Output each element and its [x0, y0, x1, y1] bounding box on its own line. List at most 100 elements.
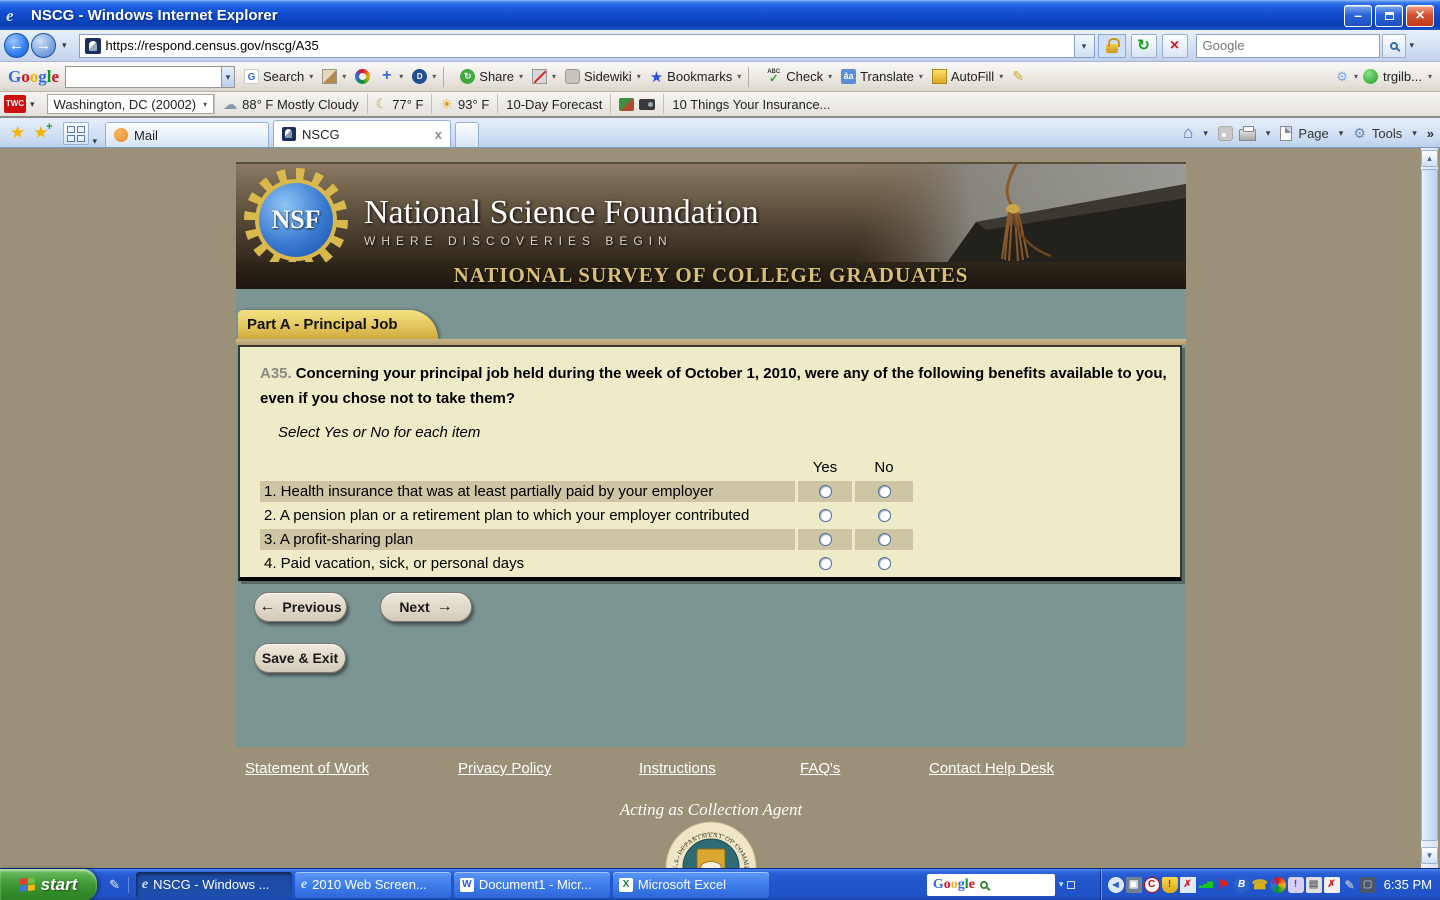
- radio-yes-4[interactable]: [819, 557, 832, 570]
- highlighter-button[interactable]: ✎: [1012, 68, 1024, 85]
- radio-no-3[interactable]: [878, 533, 891, 546]
- print-dropdown[interactable]: ▾: [1262, 128, 1275, 139]
- settings-dropdown[interactable]: ▾: [1354, 72, 1358, 81]
- search-go-button[interactable]: [1382, 34, 1406, 58]
- print-button[interactable]: [1239, 129, 1256, 141]
- home-dropdown[interactable]: ▾: [1199, 128, 1212, 139]
- tab-list-dropdown[interactable]: ▾: [89, 136, 102, 147]
- search-options-dropdown[interactable]: ▾: [1406, 40, 1419, 51]
- task-excel[interactable]: X Microsoft Excel: [613, 872, 769, 898]
- popup-blocker-button[interactable]: ▾: [532, 69, 556, 84]
- flag-tray-icon[interactable]: ⚑: [1216, 877, 1232, 893]
- account-dropdown[interactable]: ▾: [1428, 72, 1432, 81]
- monitor-tray-icon[interactable]: ▢: [1360, 877, 1376, 893]
- address-dropdown-button[interactable]: ▾: [1075, 34, 1095, 58]
- hide-icons-button[interactable]: ◀: [1108, 877, 1124, 893]
- page-dropdown[interactable]: ▾: [1335, 128, 1348, 139]
- signal-strength-icon[interactable]: ▂▄▆: [1198, 877, 1214, 893]
- copyright-tray-icon[interactable]: C: [1144, 877, 1160, 893]
- toolbar-settings-button[interactable]: ⚙: [1336, 69, 1348, 85]
- swirl-tray-icon[interactable]: [1270, 877, 1286, 893]
- radio-yes-1[interactable]: [819, 485, 832, 498]
- radio-no-1[interactable]: [878, 485, 891, 498]
- link-statement-of-work[interactable]: Statement of Work: [245, 760, 369, 777]
- favorites-button[interactable]: ★: [10, 123, 25, 143]
- tab-nscg[interactable]: NSCG x: [273, 120, 451, 147]
- radio-no-2[interactable]: [878, 509, 891, 522]
- stop-button[interactable]: ×: [1162, 34, 1188, 58]
- news-headline-link[interactable]: 10 Things Your Insurance...: [663, 94, 838, 114]
- sidewiki-button[interactable]: Sidewiki▾: [565, 69, 641, 84]
- share-button[interactable]: ↻Share▾: [460, 69, 523, 84]
- device-tray-icon[interactable]: ▤: [1306, 877, 1322, 893]
- toolbar-search-dropdown[interactable]: ▾: [221, 67, 234, 87]
- weather-conditions[interactable]: ☁ 88° F Mostly Cloudy: [214, 94, 366, 114]
- minimize-button[interactable]: –: [1344, 5, 1372, 27]
- overflow-chevron[interactable]: »: [1427, 126, 1434, 141]
- alert-tray-icon[interactable]: !: [1288, 877, 1304, 893]
- phone-tray-icon[interactable]: ☎: [1252, 877, 1268, 893]
- search-input[interactable]: [1203, 38, 1373, 53]
- display-tray-icon[interactable]: ▣: [1126, 877, 1142, 893]
- task-word-document[interactable]: W Document1 - Micr...: [454, 872, 610, 898]
- new-tab-stub[interactable]: [455, 122, 479, 147]
- add-favorite-button[interactable]: ★+: [33, 123, 48, 143]
- spellcheck-button[interactable]: ABC✓Check▾: [765, 69, 832, 84]
- start-button[interactable]: start: [0, 869, 97, 900]
- vertical-scrollbar[interactable]: ▲ ▼: [1421, 148, 1438, 868]
- next-button[interactable]: Next →: [380, 592, 472, 622]
- restore-button[interactable]: [1375, 5, 1403, 27]
- bookmarks-button[interactable]: ★Bookmarks▾: [650, 68, 742, 86]
- scroll-up-button[interactable]: ▲: [1421, 150, 1438, 167]
- back-button[interactable]: ←: [4, 33, 29, 58]
- radio-yes-3[interactable]: [819, 533, 832, 546]
- deskbar-search-box[interactable]: Google: [927, 874, 1055, 896]
- save-exit-button[interactable]: Save & Exit: [254, 643, 346, 673]
- weather-day-temp[interactable]: ☀ 93° F: [431, 94, 497, 114]
- account-name[interactable]: trgilb...: [1383, 69, 1422, 84]
- network-error-icon[interactable]: ✗: [1180, 877, 1196, 893]
- forecast-link[interactable]: 10-Day Forecast: [497, 94, 610, 114]
- toolbar-swirl-button[interactable]: [355, 69, 370, 84]
- tools-menu[interactable]: Tools: [1372, 126, 1402, 141]
- tab-close-icon[interactable]: x: [435, 127, 442, 142]
- link-contact-help-desk[interactable]: Contact Help Desk: [929, 760, 1054, 777]
- toolbar-dell-button[interactable]: D▾: [412, 69, 436, 84]
- link-privacy-policy[interactable]: Privacy Policy: [458, 760, 551, 777]
- search-box[interactable]: [1196, 34, 1380, 58]
- error-tray-icon[interactable]: ✗: [1324, 877, 1340, 893]
- weather-night-temp[interactable]: ☾ 77° F: [367, 94, 432, 114]
- weather-location-selector[interactable]: Washington, DC (20002) ▾: [47, 94, 215, 114]
- bluetooth-icon[interactable]: B: [1234, 877, 1250, 893]
- deskbar-dropdown[interactable]: ▾: [1059, 879, 1064, 890]
- link-faqs[interactable]: FAQ's: [800, 760, 840, 777]
- close-button[interactable]: ×: [1406, 5, 1434, 27]
- refresh-button[interactable]: ↻: [1131, 34, 1157, 58]
- deskbar-restore-icon[interactable]: [1067, 881, 1075, 889]
- translate-button[interactable]: âaTranslate▾: [841, 69, 923, 84]
- security-lock-button[interactable]: [1098, 34, 1126, 58]
- toolbar-search-input[interactable]: [66, 67, 221, 87]
- home-button[interactable]: ⌂: [1183, 123, 1193, 143]
- toolbar-news-button[interactable]: ▾: [322, 69, 346, 84]
- tools-dropdown[interactable]: ▾: [1408, 128, 1421, 139]
- weather-extra-icons[interactable]: [610, 94, 663, 114]
- radio-yes-2[interactable]: [819, 509, 832, 522]
- toolbar-add-button[interactable]: +▾: [379, 69, 403, 84]
- security-shield-icon[interactable]: !: [1162, 877, 1178, 893]
- toolbar-search-box[interactable]: ▾: [65, 66, 235, 88]
- scrollbar-thumb[interactable]: [1421, 169, 1438, 841]
- page-menu[interactable]: Page: [1298, 126, 1328, 141]
- tab-mail[interactable]: Mail: [105, 122, 269, 147]
- autofill-button[interactable]: AutoFill▾: [932, 69, 1003, 84]
- task-web-screen[interactable]: e 2010 Web Screen...: [295, 872, 451, 898]
- nav-history-dropdown[interactable]: ▾: [58, 40, 71, 51]
- quick-tabs-button[interactable]: [63, 122, 89, 145]
- radio-no-4[interactable]: [878, 557, 891, 570]
- feeds-icon[interactable]: [1218, 126, 1233, 141]
- url-input[interactable]: [106, 38, 1069, 53]
- previous-button[interactable]: ← Previous: [254, 592, 347, 622]
- quick-launch-icon[interactable]: ✎: [97, 877, 129, 893]
- address-field[interactable]: [79, 34, 1075, 58]
- google-deskbar[interactable]: Google ▾: [927, 874, 1076, 896]
